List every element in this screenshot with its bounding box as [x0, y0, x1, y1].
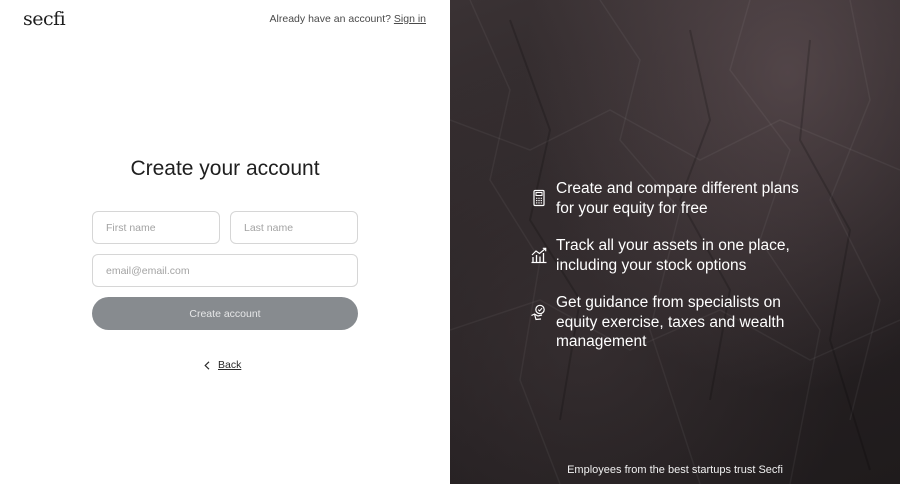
advisor-hand-icon [531, 304, 545, 321]
signin-prompt-text: Already have an account? [269, 13, 391, 25]
page-title: Create your account [130, 157, 320, 180]
feature-text: Get guidance from specialists on equity … [556, 294, 785, 350]
email-input[interactable] [92, 254, 358, 287]
feature-item: Track all your assets in one place, incl… [530, 236, 820, 275]
signin-link[interactable]: Sign in [394, 13, 426, 25]
feature-item: Create and compare different plans for y… [530, 179, 820, 218]
calculator-icon [533, 189, 545, 207]
last-name-input[interactable] [230, 211, 358, 244]
feature-text: Track all your assets in one place, incl… [556, 237, 790, 274]
feature-text: Create and compare different plans for y… [556, 180, 799, 217]
chart-growth-icon [531, 247, 547, 264]
signin-prompt: Already have an account? Sign in [270, 13, 426, 25]
chevron-left-icon [204, 360, 210, 370]
feature-item: Get guidance from specialists on equity … [530, 293, 820, 352]
marketing-panel: Create and compare different plans for y… [450, 0, 900, 484]
create-account-button[interactable]: Create account [92, 297, 358, 330]
trust-statement: Employees from the best startups trust S… [567, 464, 783, 476]
signup-panel: secfi Already have an account? Sign in C… [0, 0, 450, 484]
secfi-logo[interactable]: secfi [23, 8, 66, 30]
first-name-input[interactable] [92, 211, 220, 244]
back-label: Back [218, 359, 242, 371]
back-link[interactable]: Back [204, 359, 241, 371]
